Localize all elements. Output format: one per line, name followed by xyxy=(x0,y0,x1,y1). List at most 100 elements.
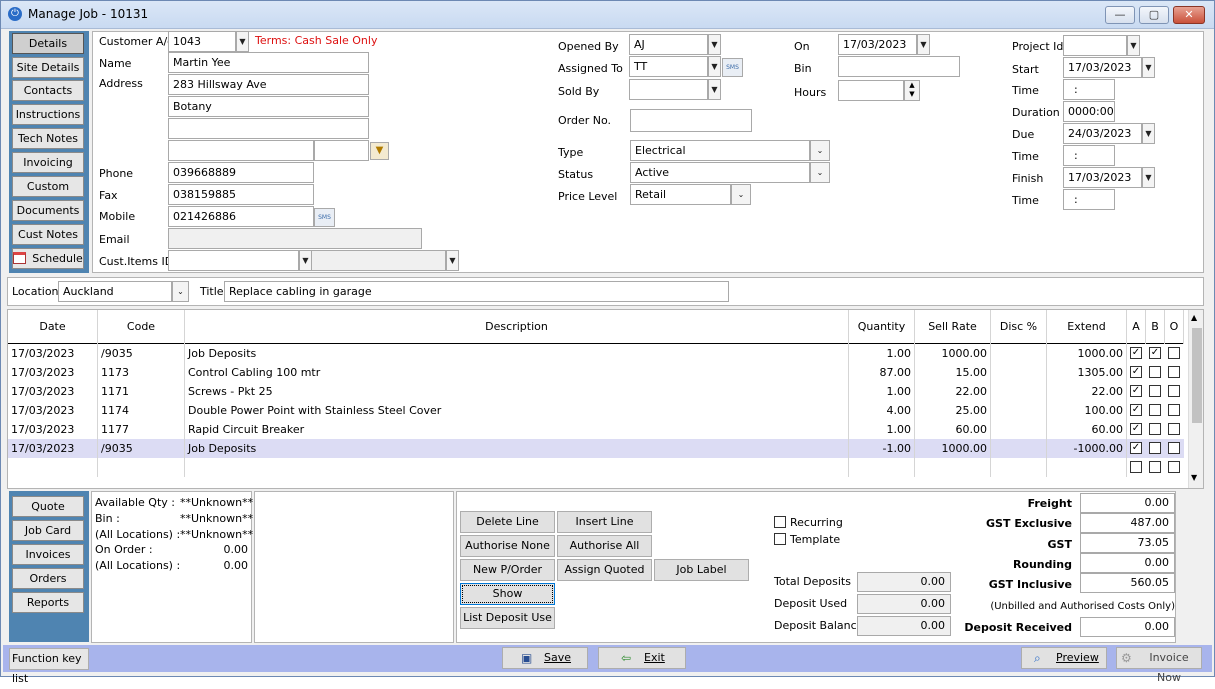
price-level-dropdown[interactable]: ⌄ xyxy=(731,184,751,205)
cell-qty[interactable]: 1.00 xyxy=(849,420,915,439)
scroll-thumb[interactable] xyxy=(1192,328,1202,423)
cell-extend[interactable]: 60.00 xyxy=(1047,420,1127,439)
cell-date[interactable]: 17/03/2023 xyxy=(8,344,98,363)
cell-rate[interactable] xyxy=(915,458,991,477)
nav-orders[interactable]: Orders xyxy=(12,568,84,589)
scroll-up-icon[interactable]: ▲ xyxy=(1191,313,1197,322)
insert-line-button[interactable]: Insert Line xyxy=(557,511,652,533)
due-date-dropdown[interactable]: ▼ xyxy=(1142,123,1155,144)
cell-extend[interactable]: 1305.00 xyxy=(1047,363,1127,382)
start-date-field[interactable]: 17/03/2023 xyxy=(1063,57,1142,78)
cell-date[interactable]: 17/03/2023 xyxy=(8,382,98,401)
checkbox-o[interactable] xyxy=(1168,461,1180,473)
cell-code[interactable]: 1177 xyxy=(98,420,185,439)
nav-tech-notes[interactable]: Tech Notes xyxy=(12,128,84,149)
cell-rate[interactable]: 15.00 xyxy=(915,363,991,382)
nav-details[interactable]: Details xyxy=(12,33,84,54)
checkbox-b[interactable] xyxy=(1149,423,1161,435)
cell-date[interactable] xyxy=(8,458,98,477)
nav-schedule[interactable]: Schedule xyxy=(12,248,84,269)
cust-items-field[interactable] xyxy=(168,250,299,271)
address-line1-field[interactable]: 283 Hillsway Ave xyxy=(168,74,369,95)
type-dropdown[interactable]: ⌄ xyxy=(810,140,830,161)
delete-line-button[interactable]: Delete Line xyxy=(460,511,555,533)
order-no-field[interactable] xyxy=(630,109,752,132)
checkbox-b[interactable] xyxy=(1149,461,1161,473)
job-label-button[interactable]: Job Label xyxy=(654,559,749,581)
authorise-none-button[interactable]: Authorise None xyxy=(460,535,555,557)
nav-job-card[interactable]: Job Card xyxy=(12,520,84,541)
email-field[interactable] xyxy=(168,228,422,249)
cell-qty[interactable]: 1.00 xyxy=(849,344,915,363)
template-checkbox[interactable] xyxy=(774,533,786,545)
column-header[interactable]: Quantity xyxy=(849,310,915,344)
checkbox-o[interactable] xyxy=(1168,404,1180,416)
table-row[interactable]: 17/03/2023 1174 Double Power Point with St… xyxy=(8,401,1184,420)
start-time-field[interactable]: : xyxy=(1063,79,1115,100)
cell-desc[interactable] xyxy=(185,458,849,477)
job-title-field[interactable]: Replace cabling in garage xyxy=(224,281,729,302)
freight-field[interactable]: 0.00 xyxy=(1080,493,1175,513)
cell-disc[interactable] xyxy=(991,439,1047,458)
column-header[interactable]: O xyxy=(1165,310,1184,344)
cell-desc[interactable]: Double Power Point with Stainless Steel … xyxy=(185,401,849,420)
due-date-field[interactable]: 24/03/2023 xyxy=(1063,123,1142,144)
checkbox-b[interactable] xyxy=(1149,366,1161,378)
cell-desc[interactable]: Job Deposits xyxy=(185,439,849,458)
cell-extend[interactable]: 1000.00 xyxy=(1047,344,1127,363)
checkbox-a[interactable]: ✓ xyxy=(1130,442,1142,454)
cell-extend[interactable]: 22.00 xyxy=(1047,382,1127,401)
column-header[interactable]: Description xyxy=(185,310,849,344)
checkbox-a[interactable]: ✓ xyxy=(1130,404,1142,416)
cell-disc[interactable] xyxy=(991,382,1047,401)
function-key-list-button[interactable]: Function key list xyxy=(9,648,89,685)
list-deposit-use-button[interactable]: List Deposit Use xyxy=(460,607,555,629)
finish-date-field[interactable]: 17/03/2023 xyxy=(1063,167,1142,188)
cell-code[interactable]: 1171 xyxy=(98,382,185,401)
cell-disc[interactable] xyxy=(991,401,1047,420)
column-header[interactable]: A xyxy=(1127,310,1146,344)
invoice-now-button[interactable]: ⚙ Invoice Now xyxy=(1116,647,1202,684)
cell-desc[interactable]: Rapid Circuit Breaker xyxy=(185,420,849,439)
customer-account-dropdown[interactable]: ▼ xyxy=(236,31,249,52)
location-dropdown[interactable]: ⌄ xyxy=(172,281,189,302)
cell-code[interactable]: 1173 xyxy=(98,363,185,382)
phone-field[interactable]: 039668889 xyxy=(168,162,314,183)
sms-assigned-button[interactable]: SMS xyxy=(722,58,743,77)
address-line4-field[interactable] xyxy=(168,140,314,161)
checkbox-a[interactable]: ✓ xyxy=(1130,347,1142,359)
show-costs-profit-button[interactable]: Show Costs/Profit xyxy=(460,583,555,620)
status-dropdown[interactable]: ⌄ xyxy=(810,162,830,183)
checkbox-a[interactable]: ✓ xyxy=(1130,423,1142,435)
checkbox-a[interactable] xyxy=(1130,461,1142,473)
table-row[interactable]: 17/03/2023 1173 Control Cabling 100 mtr 87.… xyxy=(8,363,1184,382)
cell-extend[interactable]: 100.00 xyxy=(1047,401,1127,420)
table-row[interactable]: 17/03/2023/9035 Job Deposits 1.00 1000.00 10… xyxy=(8,344,1184,363)
save-button[interactable]: ▣ Save xyxy=(502,647,588,669)
nav-contacts[interactable]: Contacts xyxy=(12,80,84,101)
nav-custom-fields[interactable]: Custom Fields xyxy=(12,176,84,212)
cell-desc[interactable]: Job Deposits xyxy=(185,344,849,363)
price-level-field[interactable]: Retail xyxy=(630,184,731,205)
checkbox-b[interactable] xyxy=(1149,404,1161,416)
postcode-field[interactable] xyxy=(314,140,369,161)
checkbox-o[interactable] xyxy=(1168,366,1180,378)
type-field[interactable]: Electrical xyxy=(630,140,810,161)
grid-scrollbar[interactable]: ▲ ▼ xyxy=(1188,310,1203,488)
exit-button[interactable]: ⇦ Exit xyxy=(598,647,686,669)
authorise-all-button[interactable]: Authorise All xyxy=(557,535,652,557)
cell-qty[interactable]: 4.00 xyxy=(849,401,915,420)
address-line2-field[interactable]: Botany xyxy=(168,96,369,117)
cell-rate[interactable]: 60.00 xyxy=(915,420,991,439)
cell-extend[interactable] xyxy=(1047,458,1127,477)
address-lookup-icon[interactable]: ▼ xyxy=(370,142,389,160)
cell-disc[interactable] xyxy=(991,420,1047,439)
column-header[interactable]: Disc % xyxy=(991,310,1047,344)
status-field[interactable]: Active xyxy=(630,162,810,183)
table-row[interactable]: 17/03/2023/9035 Job Deposits -1.00 1000.00 -… xyxy=(8,439,1184,458)
start-date-dropdown[interactable]: ▼ xyxy=(1142,57,1155,78)
rounding-field[interactable]: 0.00 xyxy=(1080,553,1175,573)
cell-qty[interactable]: -1.00 xyxy=(849,439,915,458)
nav-invoices[interactable]: Invoices xyxy=(12,544,84,565)
column-header[interactable]: Extend xyxy=(1047,310,1127,344)
